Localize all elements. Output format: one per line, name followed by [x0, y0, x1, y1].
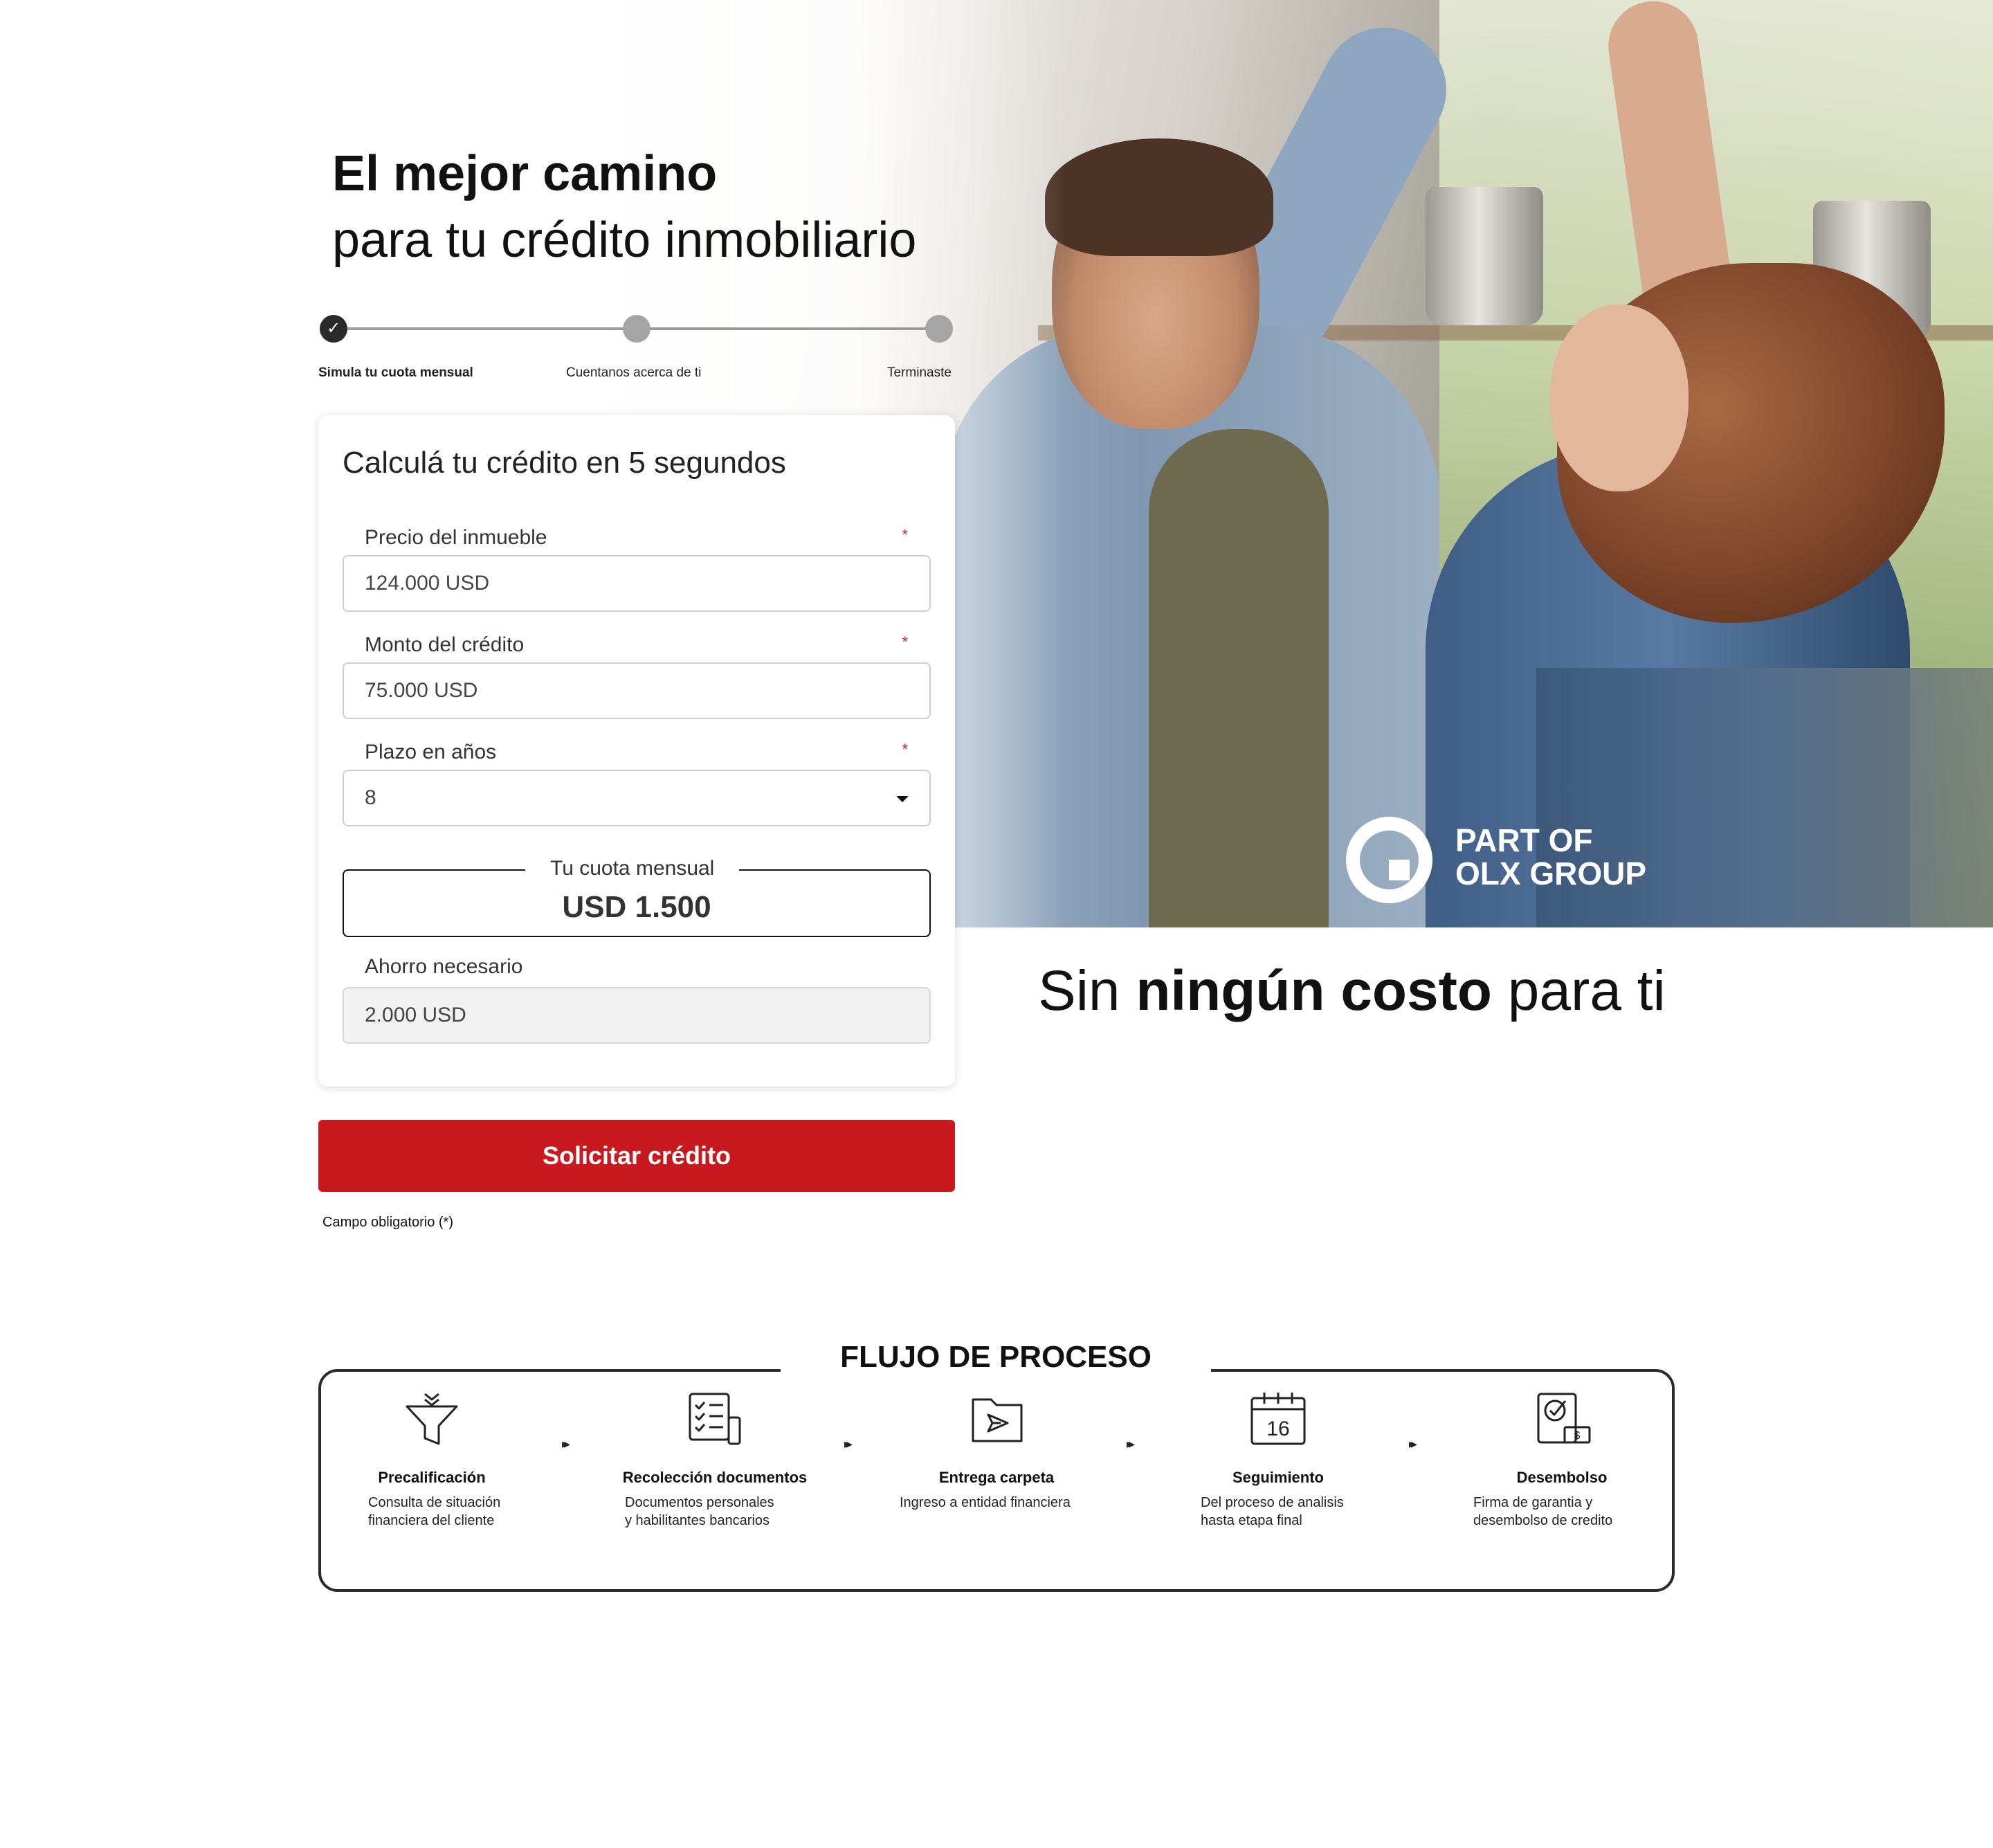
tagline-pre: Sin	[1038, 959, 1136, 1022]
flow-step-name: Desembolso	[1516, 1469, 1608, 1486]
flow-step-desc: Firma de garantia y desembolso de credit…	[1473, 1494, 1612, 1530]
tagline-bold: ningún costo	[1136, 959, 1493, 1022]
woman-face	[1550, 305, 1689, 491]
flow-step-desc-line: Ingreso a entidad financiera	[900, 1495, 1071, 1510]
chevron-down-icon	[896, 796, 909, 802]
flow-title: FLUJO DE PROCESO	[840, 1340, 1152, 1374]
step-1-check-icon: ✓	[320, 315, 347, 343]
flow-arrow-icon: ▸▸	[562, 1437, 570, 1451]
badge-line1: PART OF	[1455, 822, 1593, 858]
tagline: Sin ningún costo para ti	[1038, 959, 1666, 1024]
flow-step-desc: Del proceso de analisis hasta etapa fina…	[1201, 1494, 1344, 1530]
headline-regular: para tu crédito inmobiliario	[332, 212, 917, 268]
man-tshirt	[1149, 429, 1329, 927]
flow-step-desc-line: hasta etapa final	[1201, 1513, 1302, 1528]
flow-step-desc-line: Documentos personales	[625, 1495, 774, 1510]
required-mark: *	[902, 741, 908, 758]
flow-step-name: Recolección documentos	[622, 1469, 808, 1486]
step-2-label: Cuentanos acerca de ti	[566, 365, 702, 380]
badge-line2: OLX GROUP	[1455, 855, 1647, 891]
term-select[interactable]: 8	[343, 770, 931, 826]
flow-step-name: Seguimiento	[1232, 1469, 1324, 1486]
flow-arrow-icon: ▸▸	[1127, 1437, 1135, 1451]
background-pot	[1426, 187, 1543, 325]
card-title: Calculá tu crédito en 5 segundos	[343, 446, 786, 480]
savings-field: 2.000 USD	[343, 987, 931, 1044]
required-note: Campo obligatorio (*)	[322, 1215, 453, 1230]
flow-step-desc: Documentos personales y habilitantes ban…	[625, 1494, 774, 1530]
flow-step-name: Entrega carpeta	[938, 1469, 1055, 1486]
step-2-dot	[623, 315, 650, 343]
olx-group-badge: PART OF OLX GROUP	[1455, 824, 1646, 890]
step-3-label: Terminaste	[887, 365, 952, 380]
funnel-icon	[406, 1393, 458, 1445]
flow-step-desc-line: Del proceso de analisis	[1201, 1495, 1344, 1510]
quota-label: Tu cuota mensual	[525, 857, 740, 880]
flow-step-desc: Consulta de situación financiera del cli…	[368, 1494, 500, 1530]
hero-photo: PART OF OLX GROUP	[0, 0, 1993, 927]
folder-send-icon	[972, 1398, 1023, 1442]
step-3-dot	[925, 315, 953, 343]
required-mark: *	[902, 633, 908, 651]
flow-step-desc-line: financiera del cliente	[368, 1513, 495, 1528]
flow-step-desc-line: Firma de garantia y	[1473, 1495, 1593, 1510]
olx-logo-icon	[1346, 817, 1432, 903]
loan-label: Monto del crédito	[365, 633, 525, 656]
flow-arrow-icon: ▸▸	[844, 1437, 853, 1451]
quota-value: USD 1.500	[562, 890, 711, 924]
flow-step-desc-line: Consulta de situación	[368, 1495, 501, 1510]
term-value: 8	[365, 786, 376, 809]
man-hair	[1045, 138, 1273, 256]
calculator-card: Calculá tu crédito en 5 segundos Precio …	[318, 415, 955, 1087]
price-label: Precio del inmueble	[365, 526, 547, 549]
loan-input[interactable]: 75.000 USD	[343, 662, 931, 719]
savings-label: Ahorro necesario	[365, 955, 523, 978]
flow-step-desc-line: y habilitantes bancarios	[625, 1513, 770, 1528]
flow-step-desc-line: desembolso de credito	[1473, 1513, 1613, 1528]
term-label: Plazo en años	[365, 741, 497, 763]
flow-step-name: Precalificación	[378, 1469, 486, 1486]
required-mark: *	[902, 526, 908, 543]
price-input[interactable]: 124.000 USD	[343, 555, 931, 612]
flow-step-desc: Ingreso a entidad financiera	[900, 1494, 1071, 1512]
headline-bold: El mejor camino	[332, 146, 718, 201]
tagline-post: para ti	[1492, 959, 1666, 1022]
monthly-quota-box: Tu cuota mensual USD 1.500	[343, 857, 931, 937]
flow-arrow-icon: ▸▸	[1409, 1437, 1417, 1451]
svg-text:$: $	[1574, 1430, 1581, 1442]
checklist-icon	[689, 1393, 741, 1445]
request-credit-button[interactable]: Solicitar crédito	[318, 1120, 955, 1192]
calendar-day: 16	[1266, 1417, 1289, 1440]
calendar-icon: 16	[1250, 1393, 1306, 1445]
document-money-icon: $	[1537, 1393, 1591, 1444]
step-1-label: Simula tu cuota mensual	[318, 365, 473, 380]
